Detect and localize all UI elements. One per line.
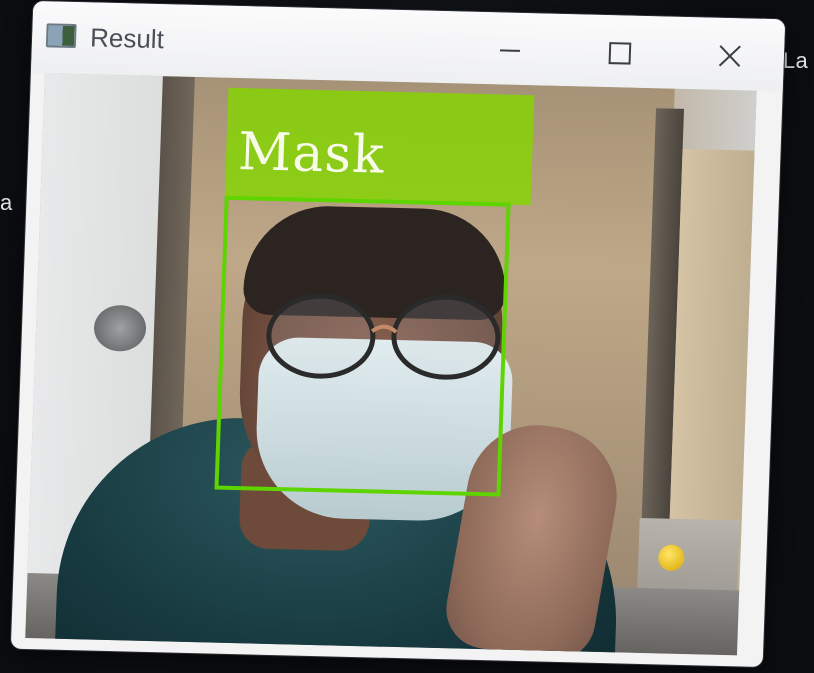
result-window: Result Mask [10,0,786,668]
background-window-text: a [0,190,13,215]
app-window-icon [45,23,77,49]
camera-feed: Mask [25,73,757,656]
detection-bounding-box [214,195,511,497]
maximize-button[interactable] [591,29,649,78]
maximize-icon [608,42,632,65]
detection-label: Mask [237,122,386,186]
minimize-icon [499,49,520,52]
minimize-button[interactable] [481,26,539,75]
desktop-screen: rLa a Result Mask [0,0,814,673]
close-icon [718,45,741,67]
window-title: Result [89,22,165,55]
close-button[interactable] [701,31,759,80]
